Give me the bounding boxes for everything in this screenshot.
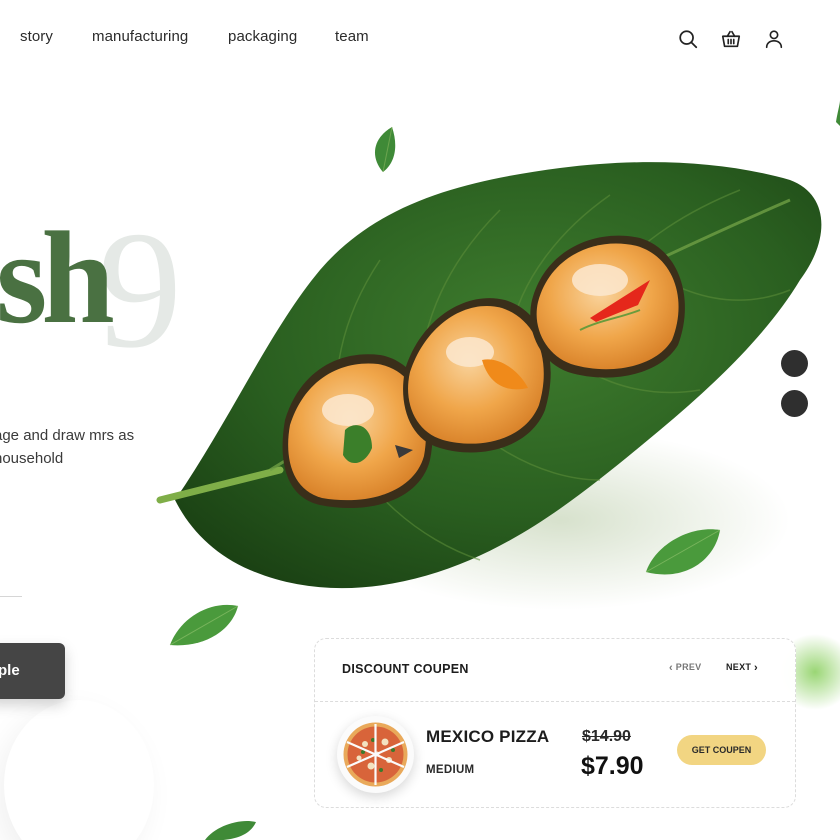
product-size: MEDIUM	[426, 764, 475, 776]
divider-line	[0, 596, 22, 597]
discount-price: $7.90	[581, 752, 644, 780]
search-icon[interactable]	[677, 28, 699, 50]
user-icon[interactable]	[763, 28, 785, 50]
get-coupon-button[interactable]: GET COUPEN	[677, 735, 766, 765]
nav-link-story[interactable]: story	[20, 28, 53, 45]
original-price: $14.90	[582, 728, 631, 745]
small-leaf-icon	[374, 126, 396, 173]
small-leaf-icon	[169, 604, 239, 646]
leaf-shadow	[330, 430, 790, 610]
product-name: MEXICO PIZZA	[426, 727, 550, 746]
slider-dot-1[interactable]	[781, 350, 808, 377]
discount-coupon-card: DISCOUNT COUPEN ‹ PREV NEXT › MEXICO PIZ…	[314, 638, 796, 808]
hero-headline: sh	[0, 204, 115, 351]
hero-description: age and draw mrs as household	[0, 427, 135, 467]
slider-dot-2[interactable]	[781, 390, 808, 417]
nav-link-manufacturing[interactable]: manufacturing	[92, 28, 188, 45]
decorative-blob	[4, 700, 154, 840]
pizza-image	[337, 716, 414, 793]
chevron-right-icon: ›	[754, 662, 758, 674]
food-cup-icon	[403, 298, 551, 453]
next-button[interactable]: NEXT ›	[726, 662, 758, 674]
small-leaf-icon	[836, 100, 840, 126]
prev-button[interactable]: ‹ PREV	[669, 662, 702, 674]
hero-number: 9	[98, 197, 182, 383]
coupon-divider	[315, 701, 795, 702]
food-cup-icon	[530, 235, 685, 378]
prev-label: PREV	[675, 662, 702, 672]
coupon-title: DISCOUNT COUPEN	[342, 662, 469, 676]
top-nav: story manufacturing packaging team	[0, 26, 840, 56]
hero-cta-button[interactable]: ple	[0, 643, 65, 699]
nav-link-team[interactable]: team	[335, 28, 369, 45]
chevron-left-icon: ‹	[669, 662, 673, 674]
small-leaf-icon	[645, 529, 721, 575]
next-label: NEXT	[726, 662, 752, 672]
pizza-icon	[343, 722, 408, 787]
nav-link-packaging[interactable]: packaging	[228, 28, 297, 45]
food-cup-icon	[282, 354, 433, 508]
big-leaf-icon	[156, 162, 822, 589]
small-leaf-icon	[205, 821, 256, 840]
basket-icon[interactable]	[720, 28, 742, 50]
